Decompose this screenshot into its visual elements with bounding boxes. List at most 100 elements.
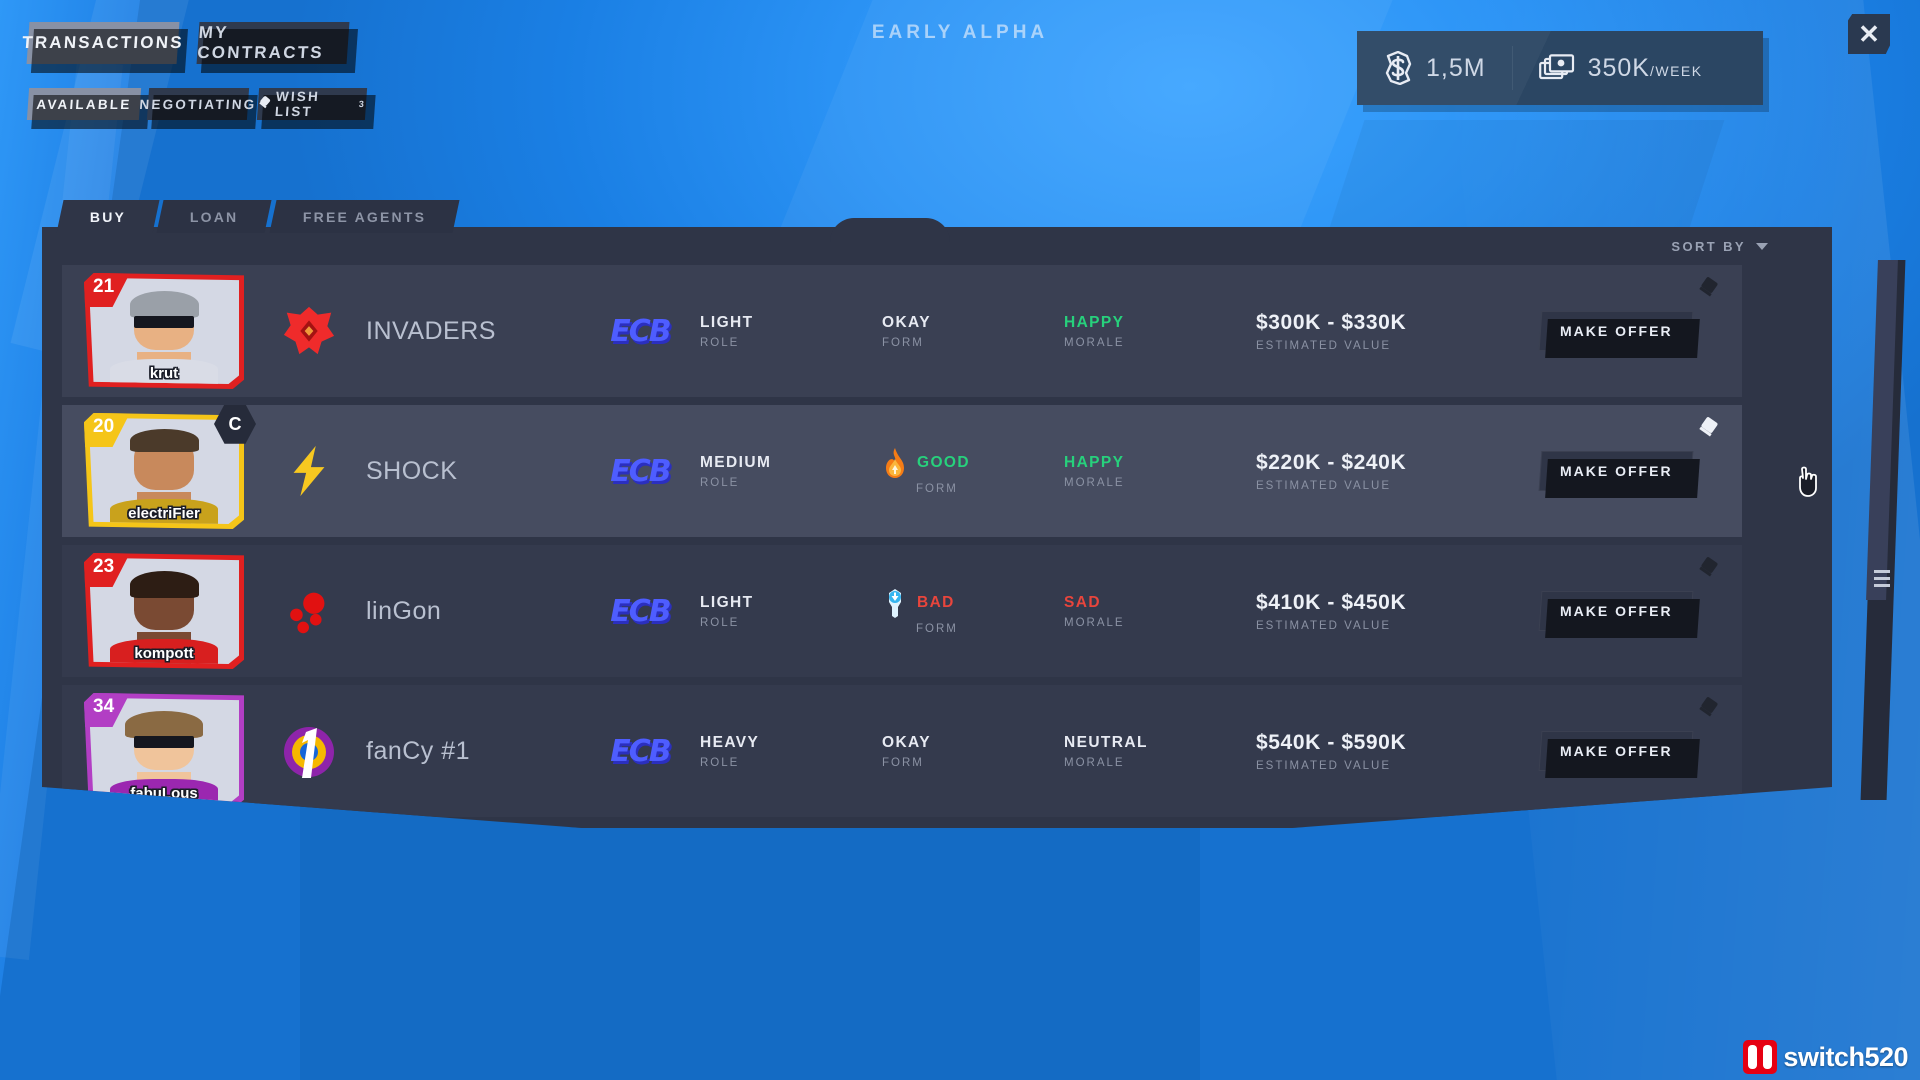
- role-label: ROLE: [700, 756, 740, 769]
- player-row[interactable]: 20 electriFier C SHOCK ECB MEDIUM ROLE GOOD F…: [62, 405, 1742, 537]
- mouse-cursor: [1795, 466, 1821, 498]
- income-value-wrap: 350K/WEEK: [1588, 54, 1703, 83]
- player-identity: linGon: [280, 582, 580, 640]
- morale-label: MORALE: [1064, 756, 1125, 769]
- player-name: kompott: [134, 645, 194, 662]
- pin-button[interactable]: [1698, 696, 1720, 723]
- player-card[interactable]: 20 electriFier C: [84, 405, 256, 529]
- pin-icon: [258, 97, 270, 111]
- pin-button[interactable]: [1698, 276, 1720, 303]
- make-offer-button[interactable]: MAKE OFFER: [1538, 591, 1694, 631]
- player-row[interactable]: 34 fabuLous fanCy #1 ECB HEAVY ROLE OKAY FORM…: [62, 685, 1742, 817]
- form-label: FORM: [916, 482, 958, 495]
- wish-list-badge: 3: [358, 99, 367, 109]
- banknotes-icon: [1538, 54, 1575, 82]
- role-label: ROLE: [700, 476, 740, 489]
- role-value: LIGHT: [700, 313, 754, 331]
- tab-buy[interactable]: BUY: [56, 200, 160, 233]
- player-nickname: linGon: [366, 596, 442, 625]
- form-value: OKAY: [882, 313, 931, 331]
- role-label: ROLE: [700, 616, 740, 629]
- close-icon: ✕: [1858, 19, 1880, 49]
- watermark-text: switch520: [1783, 1041, 1908, 1072]
- make-offer-label: MAKE OFFER: [1559, 463, 1673, 479]
- make-offer-button[interactable]: MAKE OFFER: [1538, 311, 1694, 351]
- value-amount: $220K - $240K: [1256, 450, 1407, 474]
- morale-label: MORALE: [1064, 476, 1125, 489]
- panel-notch: [830, 218, 950, 242]
- player-nickname: SHOCK: [366, 456, 458, 485]
- lightning-bolt-icon: [280, 442, 338, 500]
- player-card[interactable]: 23 kompott: [84, 553, 244, 669]
- tab-bar: BUY LOAN FREE AGENTS: [56, 200, 460, 233]
- transfer-market-panel: SORT BY 21 krut INVADERS ECB LIGHT ROLE OKAY…: [42, 227, 1832, 828]
- make-offer-label: MAKE OFFER: [1559, 743, 1673, 759]
- chevron-down-icon: [1756, 243, 1768, 250]
- role-label: ROLE: [700, 336, 740, 349]
- pin-button[interactable]: [1698, 416, 1720, 443]
- morale-value: HAPPY: [1064, 313, 1125, 331]
- value-amount: $540K - $590K: [1256, 730, 1407, 754]
- role-value: MEDIUM: [700, 453, 772, 471]
- player-row[interactable]: 21 krut INVADERS ECB LIGHT ROLE OKAY FORM HAPP…: [62, 265, 1742, 397]
- player-card-frame: 23 kompott: [84, 553, 244, 669]
- income-value: 350K: [1587, 53, 1650, 82]
- vertical-scrollbar[interactable]: [1860, 260, 1906, 800]
- form-value: BAD: [917, 593, 955, 611]
- nav-button-negotiating[interactable]: NEGOTIATING: [139, 88, 257, 120]
- team-logo: ECB: [610, 453, 671, 489]
- tab-label: BUY: [90, 208, 127, 225]
- team-logo: ECB: [610, 733, 671, 769]
- stat-estimated-value: $410K - $450K ESTIMATED VALUE: [1256, 591, 1506, 632]
- pin-button[interactable]: [1698, 556, 1720, 583]
- nav-label: NEGOTIATING: [139, 96, 258, 112]
- stat-form: OKAY FORM: [882, 734, 1064, 769]
- stat-role: MEDIUM ROLE: [700, 454, 882, 489]
- morale-value: HAPPY: [1064, 453, 1125, 471]
- tab-loan[interactable]: LOAN: [156, 200, 273, 233]
- form-label: FORM: [882, 756, 924, 769]
- player-name: krut: [149, 365, 179, 382]
- income-suffix: /WEEK: [1649, 62, 1703, 79]
- player-card[interactable]: 21 krut: [84, 273, 244, 389]
- flame-icon: [882, 447, 908, 478]
- stat-form: OKAY FORM: [882, 314, 1064, 349]
- nav-label: AVAILABLE: [35, 96, 133, 112]
- form-value: OKAY: [882, 733, 931, 751]
- form-label: FORM: [916, 622, 958, 635]
- morale-value: NEUTRAL: [1064, 733, 1148, 751]
- sort-by-control[interactable]: SORT BY: [1671, 239, 1768, 254]
- form-label: FORM: [882, 336, 924, 349]
- red-dots-icon: [280, 582, 338, 640]
- nav-label: WISH LIST: [274, 89, 321, 119]
- value-label: ESTIMATED VALUE: [1256, 479, 1392, 492]
- make-offer-button[interactable]: MAKE OFFER: [1538, 451, 1694, 491]
- team-logo: ECB: [610, 313, 671, 349]
- tab-free-agents[interactable]: FREE AGENTS: [269, 200, 460, 233]
- tab-label: FREE AGENTS: [302, 208, 426, 225]
- nav-button-available[interactable]: AVAILABLE: [26, 88, 142, 120]
- stat-estimated-value: $220K - $240K ESTIMATED VALUE: [1256, 451, 1506, 492]
- watermark: switch520: [1743, 1040, 1908, 1074]
- morale-label: MORALE: [1064, 616, 1125, 629]
- stat-role: HEAVY ROLE: [700, 734, 882, 769]
- value-amount: $300K - $330K: [1256, 310, 1407, 334]
- player-row[interactable]: 23 kompott linGon ECB LIGHT ROLE BAD FORM SAD…: [62, 545, 1742, 677]
- stat-estimated-value: $540K - $590K ESTIMATED VALUE: [1256, 731, 1506, 772]
- player-name: electriFier: [128, 505, 200, 522]
- value-label: ESTIMATED VALUE: [1256, 339, 1392, 352]
- stat-form: GOOD FORM: [882, 447, 1064, 495]
- player-list[interactable]: 21 krut INVADERS ECB LIGHT ROLE OKAY FORM HAPP…: [62, 265, 1742, 817]
- make-offer-button[interactable]: MAKE OFFER: [1538, 731, 1694, 771]
- player-card-frame: 34 fabuLous: [84, 693, 244, 809]
- close-button[interactable]: ✕: [1848, 14, 1890, 54]
- number-one-badge-icon: [280, 722, 338, 780]
- player-identity: INVADERS: [280, 302, 580, 360]
- player-card[interactable]: 34 fabuLous: [84, 693, 244, 809]
- value-label: ESTIMATED VALUE: [1256, 619, 1392, 632]
- form-value: GOOD: [917, 453, 970, 471]
- stat-role: LIGHT ROLE: [700, 594, 882, 629]
- cash-value: 1,5M: [1426, 53, 1486, 82]
- player-nickname: INVADERS: [366, 316, 496, 345]
- nav-button-wish-list[interactable]: WISH LIST 3: [256, 88, 368, 120]
